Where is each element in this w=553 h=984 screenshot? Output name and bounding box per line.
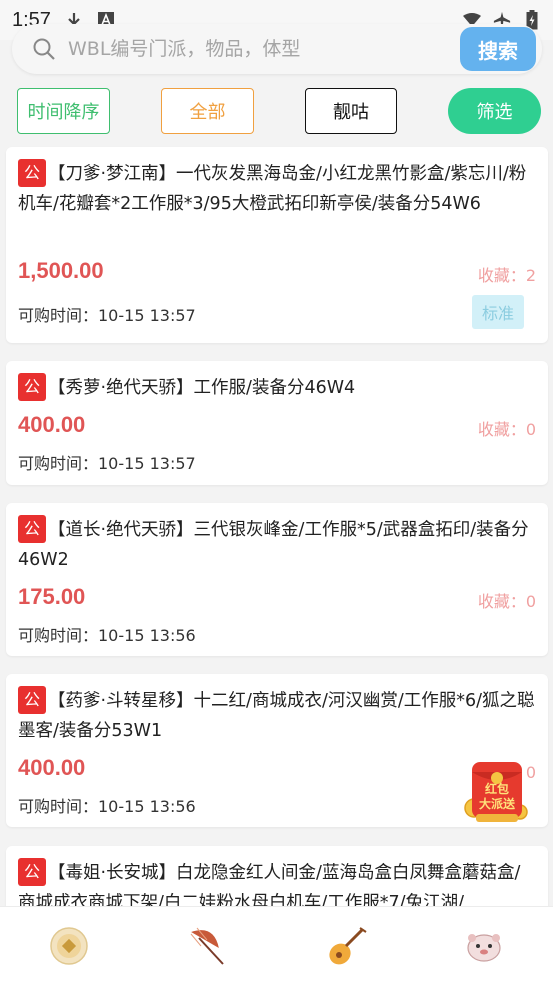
listing-favorites: 收藏：2 [477, 266, 536, 285]
listing-title-text: 【秀萝·绝代天骄】工作服/装备分46W4 [48, 378, 356, 398]
listing-purchase-time: 可购时间：10-15 13:57 [18, 306, 196, 325]
bottom-nav [0, 906, 553, 984]
coin-icon [50, 926, 88, 965]
mascot-icon [467, 933, 501, 962]
pipa-icon [329, 926, 367, 964]
listing-purchase-time: 可购时间：10-15 13:56 [18, 797, 196, 816]
listing-title: 公【道长·绝代天骄】三代银灰峰金/工作服*5/武器盒拓印/装备分46W2 [18, 515, 536, 575]
search-button[interactable]: 搜索 [460, 27, 536, 71]
nav-item-pipa[interactable] [316, 916, 376, 976]
red-packet-line1: 红包 [484, 782, 509, 796]
listing-price: 1,500.00 [18, 258, 104, 283]
listing-purchase-time: 可购时间：10-15 13:56 [18, 626, 196, 645]
listing-title-text: 【药爹·斗转星移】十二红/商城成衣/河汉幽赏/工作服*6/狐之聪墨客/装备分53… [18, 691, 535, 741]
listing-title: 公【刀爹·梦江南】一代灰发黑海岛金/小红龙黑竹影盒/紫忘川/粉机车/花瓣套*2工… [18, 159, 536, 219]
search-bar: 搜索 [12, 24, 542, 74]
listing-card[interactable]: 公【刀爹·梦江南】一代灰发黑海岛金/小红龙黑竹影盒/紫忘川/粉机车/花瓣套*2工… [6, 147, 548, 343]
public-badge: 公 [18, 686, 46, 714]
all-button[interactable]: 全部 [161, 88, 254, 134]
listing-card[interactable]: 公【道长·绝代天骄】三代银灰峰金/工作服*5/武器盒拓印/装备分46W2 175… [6, 503, 548, 656]
umbrella-icon [190, 927, 225, 965]
listing-purchase-time: 可购时间：10-15 13:57 [18, 454, 196, 473]
pretty-button[interactable]: 靓咕 [305, 88, 397, 134]
public-badge: 公 [18, 515, 46, 543]
listing-card[interactable]: 公【秀萝·绝代天骄】工作服/装备分46W4 400.00 收藏：0 可购时间：1… [6, 361, 548, 485]
listing-favorites: 收藏：0 [477, 420, 536, 439]
nav-item-umbrella[interactable] [177, 916, 237, 976]
sort-time-desc-button[interactable]: 时间降序 [17, 88, 110, 134]
listing-title-text: 【道长·绝代天骄】三代银灰峰金/工作服*5/武器盒拓印/装备分46W2 [18, 520, 529, 570]
listing-price: 400.00 [18, 755, 86, 780]
filter-row: 时间降序 全部 靓咕 筛选 [0, 88, 553, 134]
red-packet-promo[interactable]: 红包 大派送 [462, 758, 532, 826]
public-badge: 公 [18, 159, 46, 187]
public-badge: 公 [18, 373, 46, 401]
search-input[interactable] [68, 38, 428, 60]
listing-title: 公【秀萝·绝代天骄】工作服/装备分46W4 [18, 373, 536, 403]
nav-item-coin[interactable] [39, 916, 99, 976]
listing-price: 400.00 [18, 412, 86, 437]
filter-button[interactable]: 筛选 [448, 88, 541, 134]
red-packet-line2: 大派送 [478, 797, 515, 811]
listing-price: 175.00 [18, 584, 86, 609]
search-icon [33, 38, 55, 60]
listing-title: 公【药爹·斗转星移】十二红/商城成衣/河汉幽赏/工作服*6/狐之聪墨客/装备分5… [18, 686, 536, 746]
listing-title-text: 【刀爹·梦江南】一代灰发黑海岛金/小红龙黑竹影盒/紫忘川/粉机车/花瓣套*2工作… [18, 164, 527, 214]
standard-tag: 标准 [472, 295, 524, 329]
public-badge: 公 [18, 858, 46, 886]
listing-favorites: 收藏：0 [477, 592, 536, 611]
red-packet-text: 红包 大派送 [462, 782, 532, 812]
nav-item-mascot[interactable] [454, 916, 514, 976]
